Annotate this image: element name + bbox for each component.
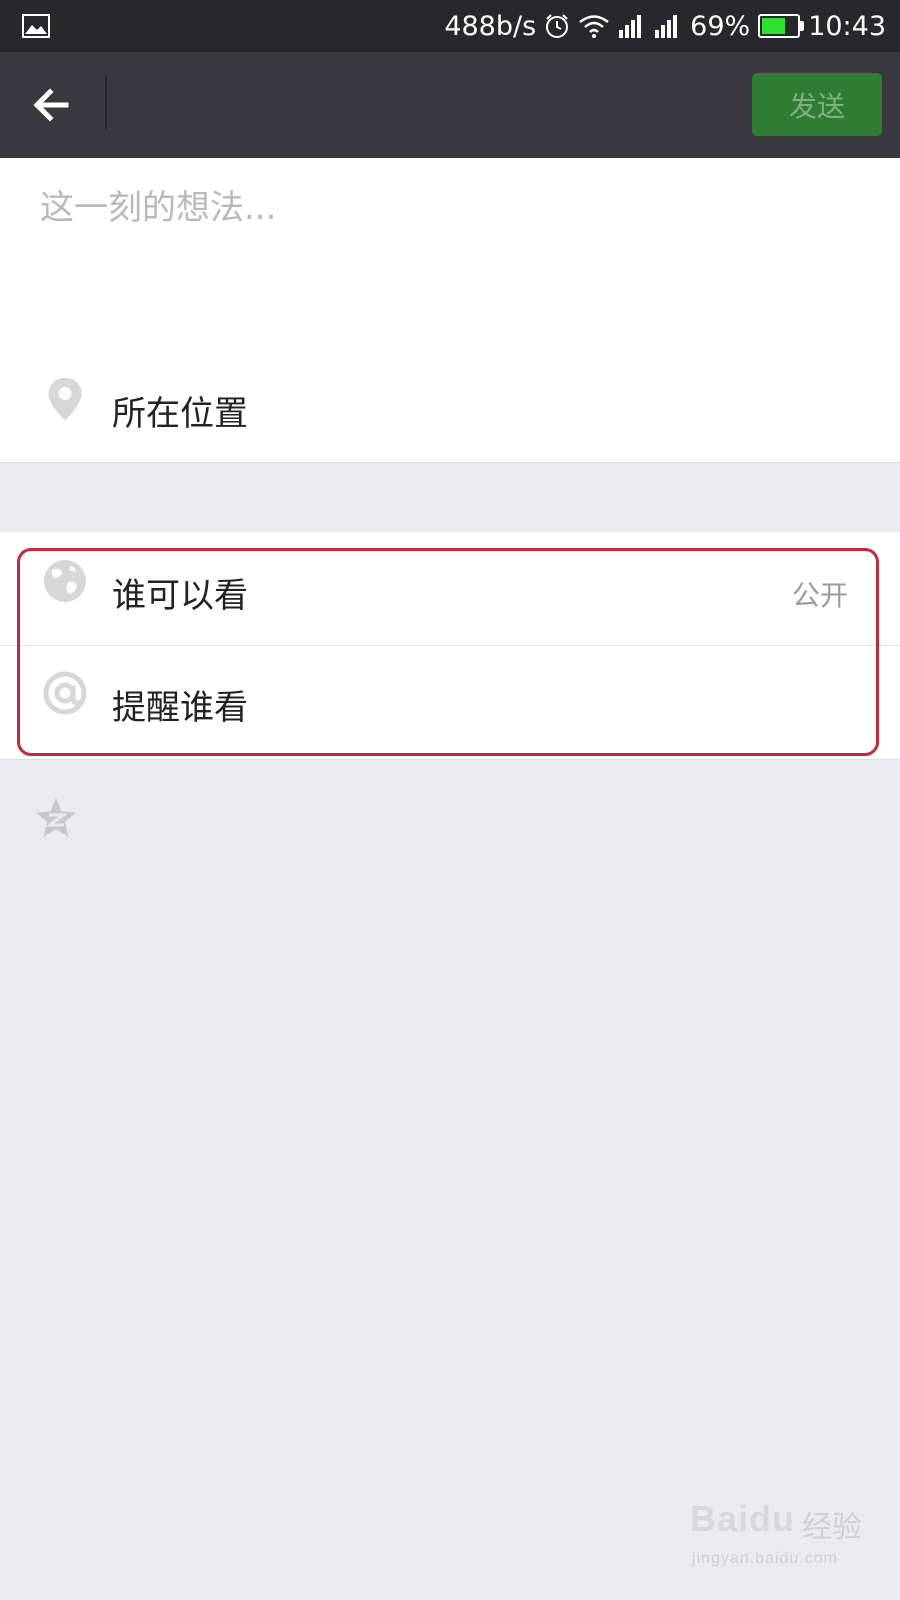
watermark-logo: Baidu [690, 1498, 796, 1539]
location-label: 所在位置 [112, 394, 248, 434]
top-bar: 发送 [0, 52, 900, 158]
battery-cap [800, 21, 805, 31]
watermark-url: jingyan.baidu.com [692, 1550, 838, 1567]
watermark-text: 经验 [802, 1511, 862, 1544]
mention-row[interactable]: 提醒谁看 [0, 646, 900, 759]
location-row[interactable]: 所在位置 [0, 360, 900, 460]
at-icon [43, 671, 87, 715]
visibility-label: 谁可以看 [112, 576, 248, 616]
battery-level [762, 18, 786, 34]
globe-icon [44, 560, 86, 602]
topbar-divider [105, 76, 107, 130]
visibility-value: 公开 [791, 579, 848, 612]
arrow-left-icon [33, 88, 69, 122]
mention-label: 提醒谁看 [112, 688, 248, 728]
signal-icon [655, 15, 678, 38]
battery-icon [758, 14, 805, 38]
post-text-input[interactable] [38, 178, 862, 342]
battery-percent: 69% [690, 10, 751, 42]
clock: 10:43 [808, 10, 886, 42]
signal-icon [619, 15, 642, 38]
baidu-watermark: Baidu 经验 jingyan.baidu.com [690, 1490, 890, 1580]
qzone-sync-button[interactable] [34, 796, 78, 840]
qzone-star-icon [36, 798, 76, 837]
compose-panel: 所在位置 [0, 158, 900, 463]
send-button[interactable]: 发送 [752, 73, 882, 136]
gallery-icon [22, 14, 50, 38]
back-button[interactable] [28, 80, 78, 130]
alarm-icon [546, 14, 569, 38]
wifi-icon [579, 15, 609, 38]
location-pin-icon [48, 377, 82, 421]
net-speed: 488b/s [444, 10, 537, 42]
visibility-row[interactable]: 谁可以看 公开 [0, 532, 900, 646]
status-indicators: 488b/s 69% 10:43 [444, 8, 886, 44]
post-options: 谁可以看 公开 提醒谁看 [0, 532, 900, 760]
status-bar: 488b/s 69% 10:43 [0, 0, 900, 52]
